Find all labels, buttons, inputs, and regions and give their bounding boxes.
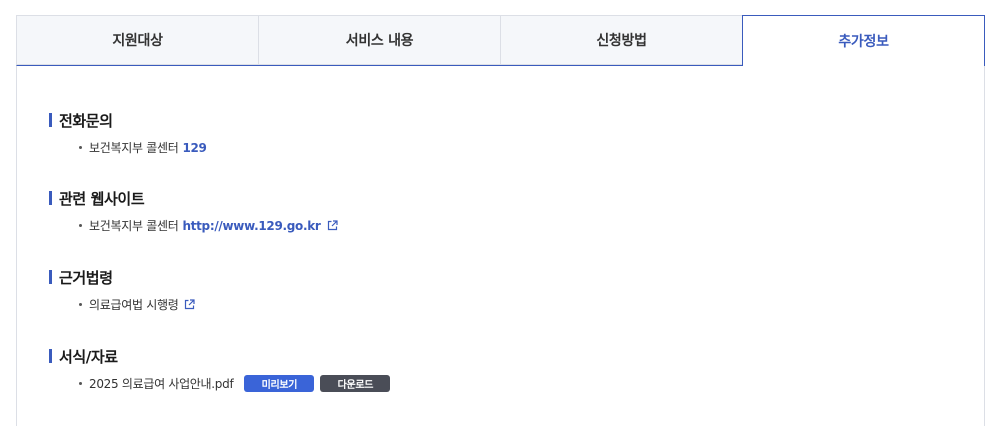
external-link-icon[interactable] [327, 220, 338, 231]
tab-eligibility[interactable]: 지원대상 [16, 15, 258, 65]
list-item-phone: 보건복지부 콜센터 129 [79, 139, 207, 156]
service-detail-container: 지원대상 서비스 내용 신청방법 추가정보 전화문의 보건복지부 콜센터 129… [16, 15, 985, 426]
section-law: 근거법령 의료급여법 시행령 [49, 267, 196, 312]
section-title-website: 관련 웹사이트 [49, 188, 145, 208]
list-item-website: 보건복지부 콜센터 http://www.129.go.kr [79, 217, 338, 234]
list-item-file: 2025 의료급여 사업안내.pdf 미리보기 다운로드 [79, 375, 391, 392]
section-title-text: 근거법령 [59, 268, 113, 287]
tab-application-method[interactable]: 신청방법 [500, 15, 742, 65]
section-forms: 서식/자료 2025 의료급여 사업안내.pdf 미리보기 다운로드 [49, 346, 391, 392]
file-name: 2025 의료급여 사업안내.pdf [89, 377, 234, 391]
preview-button[interactable]: 미리보기 [244, 375, 315, 392]
list-item-law: 의료급여법 시행령 [79, 296, 196, 313]
bullet-icon [79, 303, 82, 306]
bullet-icon [79, 382, 82, 385]
tab-additional-info[interactable]: 추가정보 [742, 15, 985, 66]
website-label: 보건복지부 콜센터 [89, 219, 179, 233]
phone-label: 보건복지부 콜센터 [89, 141, 179, 155]
section-marker [49, 113, 52, 127]
website-url-link[interactable]: http://www.129.go.kr [182, 219, 320, 233]
section-title-forms: 서식/자료 [49, 346, 118, 366]
section-marker [49, 349, 52, 363]
section-title-law: 근거법령 [49, 267, 113, 287]
section-marker [49, 191, 52, 205]
section-website: 관련 웹사이트 보건복지부 콜센터 http://www.129.go.kr [49, 188, 338, 233]
external-link-icon[interactable] [184, 299, 196, 310]
tab-bar: 지원대상 서비스 내용 신청방법 추가정보 [16, 15, 985, 66]
section-title-text: 관련 웹사이트 [59, 189, 145, 208]
phone-number-link[interactable]: 129 [182, 141, 206, 155]
section-title-phone: 전화문의 [49, 110, 113, 130]
bullet-icon [79, 224, 82, 227]
section-title-text: 서식/자료 [59, 347, 118, 366]
bullet-icon [79, 146, 82, 149]
section-marker [49, 270, 52, 284]
section-phone: 전화문의 보건복지부 콜센터 129 [49, 110, 207, 155]
tab-service-content[interactable]: 서비스 내용 [258, 15, 500, 65]
additional-info-panel: 전화문의 보건복지부 콜센터 129 관련 웹사이트 보건복지부 콜센터 htt… [16, 65, 985, 426]
section-title-text: 전화문의 [59, 111, 113, 130]
law-link[interactable]: 의료급여법 시행령 [89, 296, 179, 313]
download-button[interactable]: 다운로드 [320, 375, 391, 392]
